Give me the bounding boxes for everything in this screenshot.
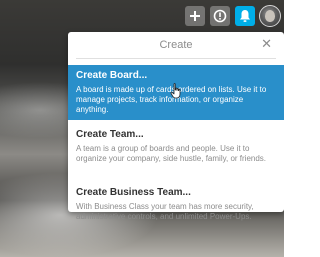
create-business-team-option[interactable]: Create Business Team... With Business Cl… bbox=[68, 182, 284, 228]
add-button[interactable] bbox=[185, 6, 205, 26]
close-icon[interactable]: ✕ bbox=[261, 37, 272, 50]
create-team-option[interactable]: Create Team... A team is a group of boar… bbox=[68, 124, 284, 176]
popover-header: Create ✕ bbox=[76, 32, 276, 59]
create-board-title: Create Board... bbox=[76, 70, 148, 81]
create-business-team-title: Create Business Team... bbox=[76, 187, 191, 198]
create-team-title: Create Team... bbox=[76, 129, 144, 140]
notifications-button[interactable] bbox=[235, 6, 255, 26]
bell-icon bbox=[240, 10, 250, 22]
hand-cursor-icon bbox=[170, 83, 181, 99]
create-team-description: A team is a group of boards and people. … bbox=[76, 144, 267, 163]
info-button[interactable] bbox=[210, 6, 230, 26]
info-icon bbox=[213, 9, 227, 23]
create-popover: Create ✕ Create Board... A board is made… bbox=[68, 32, 284, 221]
avatar-face bbox=[265, 10, 275, 22]
user-avatar[interactable] bbox=[259, 5, 281, 27]
header-bar bbox=[0, 0, 284, 32]
plus-icon bbox=[190, 11, 200, 21]
create-business-team-description: With Business Class your team has more s… bbox=[76, 202, 254, 221]
board-background: Create ✕ Create Board... A board is made… bbox=[0, 0, 284, 257]
popover-title: Create bbox=[159, 39, 193, 51]
